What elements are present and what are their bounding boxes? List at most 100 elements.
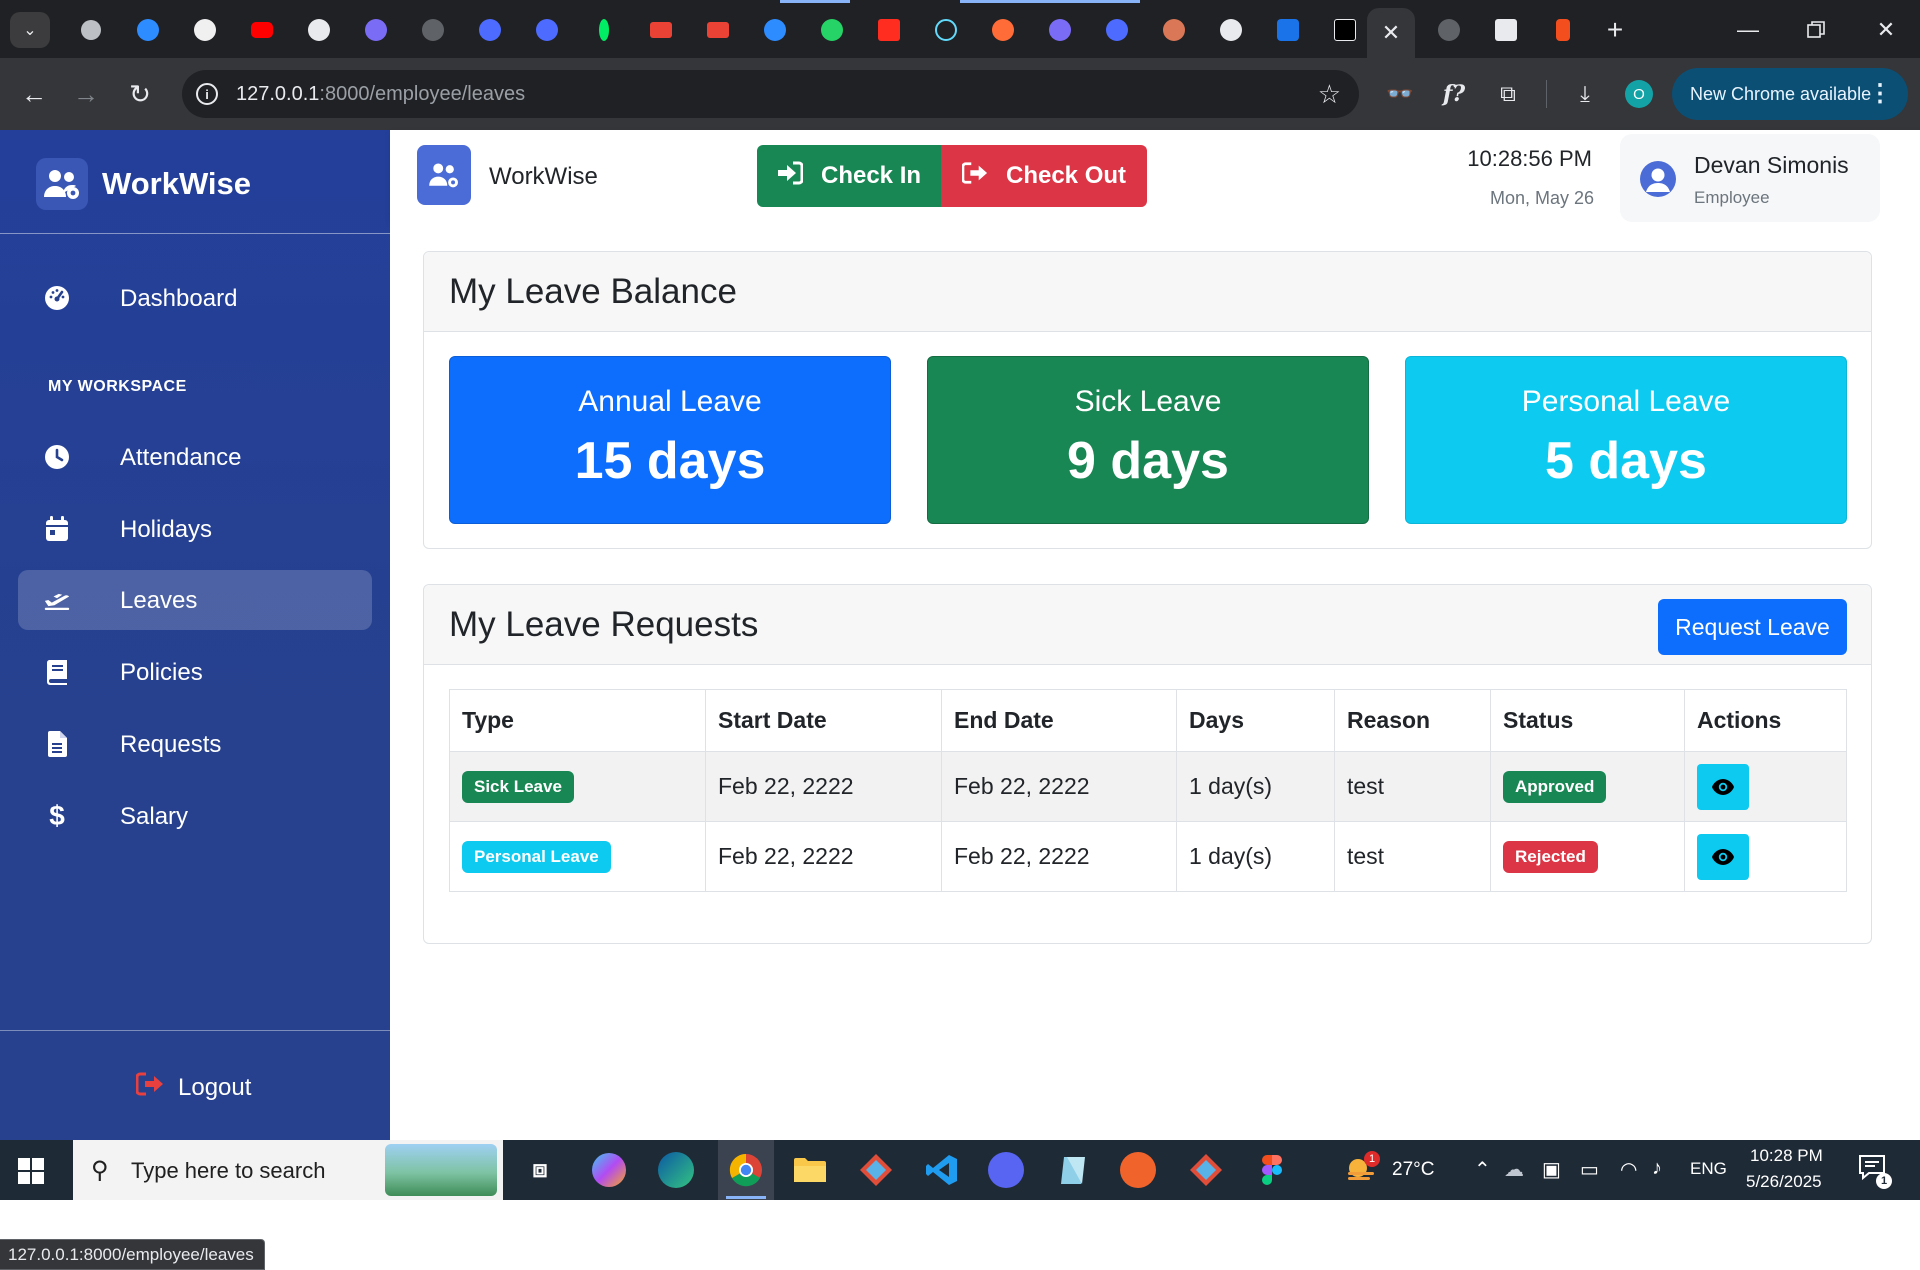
tab-claude[interactable] (1145, 12, 1202, 48)
site-info-icon[interactable]: i (196, 83, 218, 105)
tab-whatsapp[interactable] (803, 12, 860, 48)
tab-star-app-2[interactable] (1031, 12, 1088, 48)
tab-react[interactable] (917, 12, 974, 48)
toolbar-divider (1546, 80, 1547, 108)
reload-button[interactable]: ↻ (120, 74, 160, 114)
tab-youtube[interactable] (233, 12, 290, 48)
view-request-button[interactable] (1697, 833, 1749, 880)
tab-mongodb[interactable] (575, 12, 632, 48)
tab-postman[interactable] (974, 12, 1031, 48)
extension-incognito-button[interactable]: 👓 (1382, 76, 1418, 112)
tab-image-app[interactable] (1477, 12, 1534, 48)
tab-chrome[interactable] (62, 12, 119, 48)
tab-zoom[interactable] (119, 12, 176, 48)
notepad-button[interactable] (1054, 1150, 1094, 1190)
request-leave-button[interactable]: Request Leave (1658, 599, 1847, 655)
sidebar-divider (0, 233, 390, 234)
sidebar-item-label: Salary (120, 803, 189, 830)
discord-button[interactable] (988, 1152, 1024, 1188)
pen-app-button[interactable] (1120, 1152, 1156, 1188)
puzzle-icon: ⧉ (1500, 81, 1516, 106)
file-explorer-button[interactable] (790, 1150, 830, 1190)
chrome-update-button[interactable]: New Chrome available ⋮ (1672, 68, 1908, 120)
screen-tool-icon[interactable]: ▣ (1542, 1157, 1561, 1182)
new-tab-button[interactable]: + (1597, 12, 1633, 48)
user-menu[interactable]: Devan Simonis Employee (1620, 134, 1880, 222)
sidebar-item-holidays[interactable]: Holidays (18, 499, 372, 559)
view-request-button[interactable] (1697, 763, 1749, 810)
extension-font-button[interactable]: f? (1436, 76, 1472, 112)
tab-globe[interactable] (404, 12, 461, 48)
tab-star-app[interactable] (347, 12, 404, 48)
wifi-icon[interactable]: ◠ (1620, 1157, 1637, 1182)
tab-openai[interactable] (290, 12, 347, 48)
balance-value: 9 days (1067, 432, 1229, 490)
tab-deepseek-2[interactable] (518, 12, 575, 48)
git-tool-2-button[interactable] (1186, 1150, 1226, 1190)
vscode-button[interactable] (922, 1150, 962, 1190)
active-tab-close-button[interactable]: ✕ (1367, 8, 1415, 58)
forward-button[interactable]: → (66, 74, 106, 114)
tab-laravel[interactable] (860, 12, 917, 48)
taskbar-time[interactable]: 10:28 PM (1750, 1146, 1823, 1166)
sidebar-item-requests[interactable]: Requests (18, 714, 372, 774)
chrome-taskbar-button[interactable] (726, 1150, 766, 1190)
profile-avatar[interactable]: O (1625, 80, 1653, 108)
bookmark-star-icon[interactable]: ☆ (1318, 79, 1341, 110)
weather-temperature[interactable]: 27°C (1392, 1159, 1434, 1181)
sidebar-item-dashboard[interactable]: Dashboard (18, 268, 372, 328)
tab-gmail-2[interactable] (689, 12, 746, 48)
balance-label: Annual Leave (578, 385, 762, 418)
tab-search-button[interactable]: ⌄ (10, 12, 50, 48)
figma-taskbar-button[interactable] (1252, 1150, 1292, 1190)
taskbar-search-box[interactable]: ⚲ Type here to search (73, 1140, 503, 1200)
vscode-icon (926, 1155, 957, 1185)
input-language[interactable]: ENG (1690, 1159, 1727, 1179)
tab-openai-2[interactable] (1202, 12, 1259, 48)
git-tool-button[interactable] (856, 1150, 896, 1190)
windows-start-button[interactable] (18, 1158, 44, 1184)
diamond-app-icon (1190, 1154, 1222, 1186)
tab-deepseek[interactable] (461, 12, 518, 48)
taskbar-date[interactable]: 5/26/2025 (1746, 1172, 1822, 1192)
extensions-button[interactable]: ⧉ (1490, 76, 1526, 112)
downloads-button[interactable]: ⤓ (1567, 76, 1603, 112)
sign-out-icon (961, 161, 988, 192)
sidebar-section-label: MY WORKSPACE (48, 378, 187, 395)
tab-gmail[interactable] (632, 12, 689, 48)
sidebar-item-salary[interactable]: $ Salary (18, 786, 372, 846)
task-view-button[interactable]: ⧈ (520, 1150, 560, 1190)
volume-icon[interactable]: ♪ (1652, 1157, 1662, 1180)
whatsapp-icon (820, 19, 843, 41)
logout-button[interactable]: Logout (135, 1072, 251, 1103)
copilot-button[interactable] (592, 1153, 626, 1187)
tab-zoom-2[interactable] (746, 12, 803, 48)
tab-terminal-app[interactable] (1316, 12, 1373, 48)
plane-departure-icon (44, 587, 70, 613)
laravel-icon (877, 19, 900, 41)
onedrive-icon[interactable]: ☁ (1504, 1157, 1524, 1182)
edge-button[interactable] (658, 1152, 694, 1188)
minimize-button[interactable]: — (1720, 10, 1776, 50)
back-button[interactable]: ← (14, 74, 54, 114)
sidebar-brand[interactable]: WorkWise (36, 158, 251, 210)
tab-share-app[interactable] (1259, 12, 1316, 48)
download-icon: ⤓ (1580, 81, 1590, 106)
battery-icon[interactable]: ▭ (1580, 1157, 1599, 1182)
sidebar-item-attendance[interactable]: Attendance (18, 427, 372, 487)
leave-balance-card: My Leave Balance Annual Leave 15 days Si… (423, 251, 1872, 549)
sidebar-item-leaves[interactable]: Leaves (18, 570, 372, 630)
notepad-icon (1061, 1157, 1085, 1184)
check-out-button[interactable]: Check Out (941, 145, 1147, 207)
restore-button[interactable] (1788, 10, 1844, 50)
tab-github[interactable] (176, 12, 233, 48)
address-bar[interactable]: i 127.0.0.1:8000/employee/leaves ☆ (182, 70, 1359, 118)
tab-globe-2[interactable] (1420, 12, 1477, 48)
chevron-up-icon[interactable]: ⌃ (1474, 1157, 1491, 1182)
check-in-button[interactable]: Check In (757, 145, 941, 207)
close-window-button[interactable]: ✕ (1858, 10, 1914, 50)
sidebar-item-policies[interactable]: Policies (18, 642, 372, 702)
gmail-icon (706, 22, 729, 38)
tab-figma[interactable] (1534, 12, 1591, 48)
tab-deepseek-3[interactable] (1088, 12, 1145, 48)
